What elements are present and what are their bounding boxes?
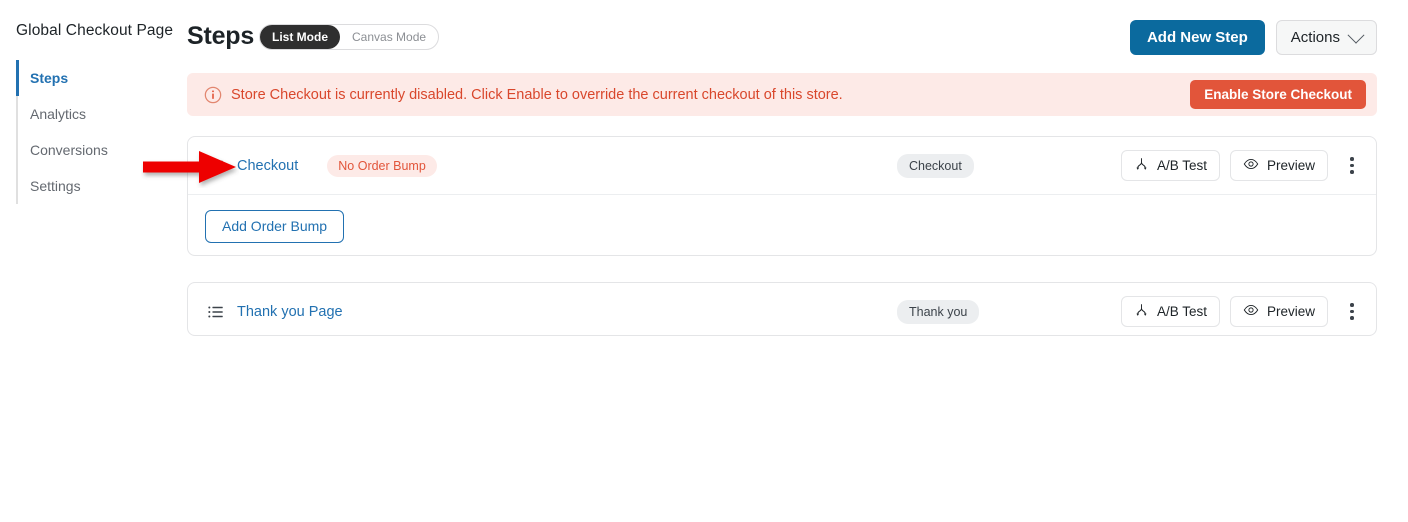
ab-test-label: A/B Test [1156, 304, 1207, 319]
list-handle-icon[interactable] [207, 303, 225, 321]
sidebar-item-label: Analytics [30, 106, 87, 122]
no-order-bump-badge: No Order Bump [327, 154, 437, 177]
sidebar-item-conversions[interactable]: Conversions [16, 132, 156, 168]
eye-icon [1243, 156, 1259, 175]
preview-button[interactable]: Preview [1229, 150, 1328, 181]
table-row[interactable]: Thank you Page Thank you A/B Test Previe… [188, 283, 1376, 340]
header-actions: Add New Step Actions [1129, 20, 1377, 55]
main-content: Steps List Mode Canvas Mode Add New Step… [172, 0, 1408, 522]
actions-dropdown-button[interactable]: Actions [1275, 20, 1377, 55]
page-header: Steps List Mode Canvas Mode Add New Step… [172, 0, 1408, 68]
preview-label: Preview [1266, 158, 1315, 173]
ab-test-icon [1134, 157, 1149, 175]
actions-label: Actions [1290, 29, 1340, 46]
sidebar-nav: Steps Analytics Conversions Settings [16, 60, 156, 204]
step-card-checkout: Checkout No Order Bump Checkout A/B Test [187, 136, 1377, 256]
sidebar-item-label: Steps [30, 70, 69, 86]
step-name-link[interactable]: Thank you Page [237, 304, 343, 320]
eye-icon [1243, 302, 1259, 321]
sidebar-item-steps[interactable]: Steps [16, 60, 156, 96]
order-bump-row: Add Order Bump [188, 195, 1376, 257]
chevron-down-icon [1347, 26, 1365, 44]
ab-test-label: A/B Test [1156, 158, 1207, 173]
row-actions: A/B Test Preview [1120, 150, 1364, 181]
tab-list-mode[interactable]: List Mode [260, 25, 340, 49]
tab-canvas-mode[interactable]: Canvas Mode [340, 25, 438, 49]
sidebar-item-label: Settings [30, 178, 81, 194]
sidebar: Global Checkout Page Steps Analytics Con… [0, 0, 174, 522]
table-row[interactable]: Checkout No Order Bump Checkout A/B Test [188, 137, 1376, 195]
step-name-link[interactable]: Checkout [237, 158, 298, 174]
list-handle-icon[interactable] [207, 157, 225, 175]
row-actions: A/B Test Preview [1120, 296, 1364, 327]
add-order-bump-button[interactable]: Add Order Bump [205, 209, 345, 243]
sidebar-item-settings[interactable]: Settings [16, 168, 156, 204]
step-type-badge: Thank you [897, 299, 980, 324]
more-vertical-icon[interactable] [1340, 297, 1364, 327]
ab-test-button[interactable]: A/B Test [1120, 296, 1220, 327]
preview-label: Preview [1266, 304, 1315, 319]
sidebar-item-label: Conversions [30, 142, 108, 158]
step-type-badge: Checkout [897, 153, 974, 178]
sidebar-item-analytics[interactable]: Analytics [16, 96, 156, 132]
view-mode-toggle[interactable]: List Mode Canvas Mode [259, 24, 440, 50]
preview-button[interactable]: Preview [1229, 296, 1328, 327]
more-vertical-icon[interactable] [1340, 151, 1364, 181]
store-checkout-disabled-notice: Store Checkout is currently disabled. Cl… [187, 73, 1377, 116]
ab-test-icon [1134, 303, 1149, 321]
page-title: Steps [187, 22, 255, 50]
step-card-thank-you: Thank you Page Thank you A/B Test Previe… [187, 282, 1377, 336]
ab-test-button[interactable]: A/B Test [1120, 150, 1220, 181]
enable-store-checkout-button[interactable]: Enable Store Checkout [1190, 80, 1366, 109]
notice-message: Store Checkout is currently disabled. Cl… [231, 86, 843, 103]
sidebar-title: Global Checkout Page [16, 22, 174, 39]
add-new-step-button[interactable]: Add New Step [1129, 20, 1265, 55]
info-circle-icon [204, 86, 222, 104]
